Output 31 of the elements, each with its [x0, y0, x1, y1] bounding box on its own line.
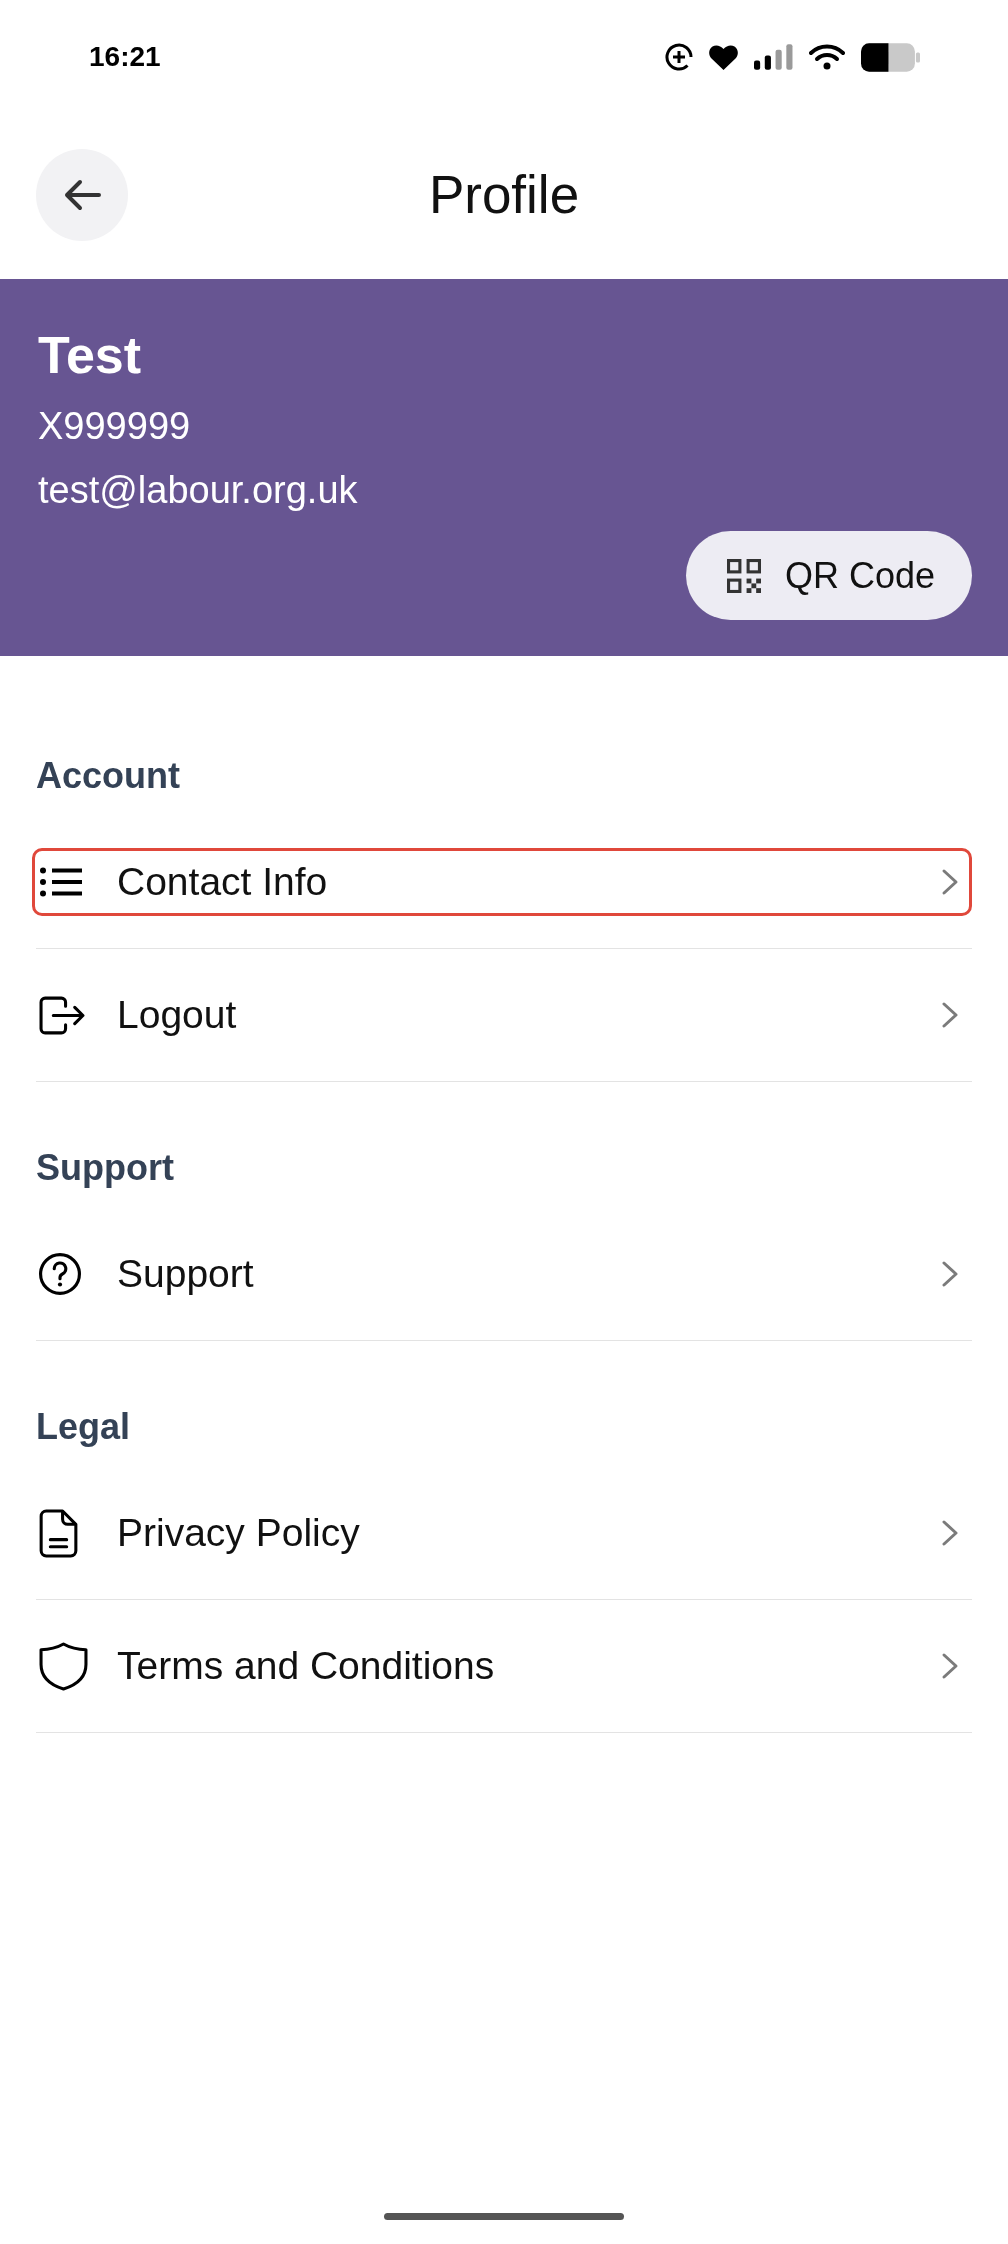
profile-email: test@labour.org.uk [38, 468, 358, 513]
logout-icon [39, 995, 86, 1035]
document-icon [39, 1508, 78, 1558]
question-circle-icon [39, 1253, 81, 1295]
profile-name: Test [38, 325, 142, 386]
wifi-icon [809, 44, 845, 70]
shield-icon [39, 1641, 88, 1691]
member-id: X999999 [38, 404, 191, 449]
section-heading: Account [36, 756, 180, 796]
qr-code-icon [726, 558, 761, 593]
status-time: 16:21 [89, 40, 161, 74]
chevron-right-icon [941, 1519, 959, 1547]
menu-item[interactable]: Support [32, 1240, 972, 1308]
menu-item[interactable]: Privacy Policy [32, 1499, 972, 1567]
menu-item[interactable]: Logout [32, 981, 972, 1049]
arrow-left-icon [63, 179, 101, 211]
signal-icon [754, 44, 793, 70]
heart-icon [709, 44, 738, 70]
chevron-right-icon [941, 1260, 959, 1288]
qr-code-button[interactable]: QR Code [685, 531, 972, 620]
list-icon [39, 867, 83, 897]
menu-item[interactable]: Contact Info [32, 848, 972, 916]
page-title: Profile [428, 164, 580, 226]
chevron-right-icon [941, 1001, 959, 1029]
battery-icon [861, 42, 920, 72]
menu-item[interactable]: Terms and Conditions [32, 1632, 972, 1700]
chevron-right-icon [941, 1652, 959, 1680]
section-heading: Legal [36, 1407, 131, 1447]
section-heading: Support [36, 1148, 174, 1188]
circle-plus-icon [665, 43, 693, 71]
chevron-right-icon [941, 868, 959, 896]
